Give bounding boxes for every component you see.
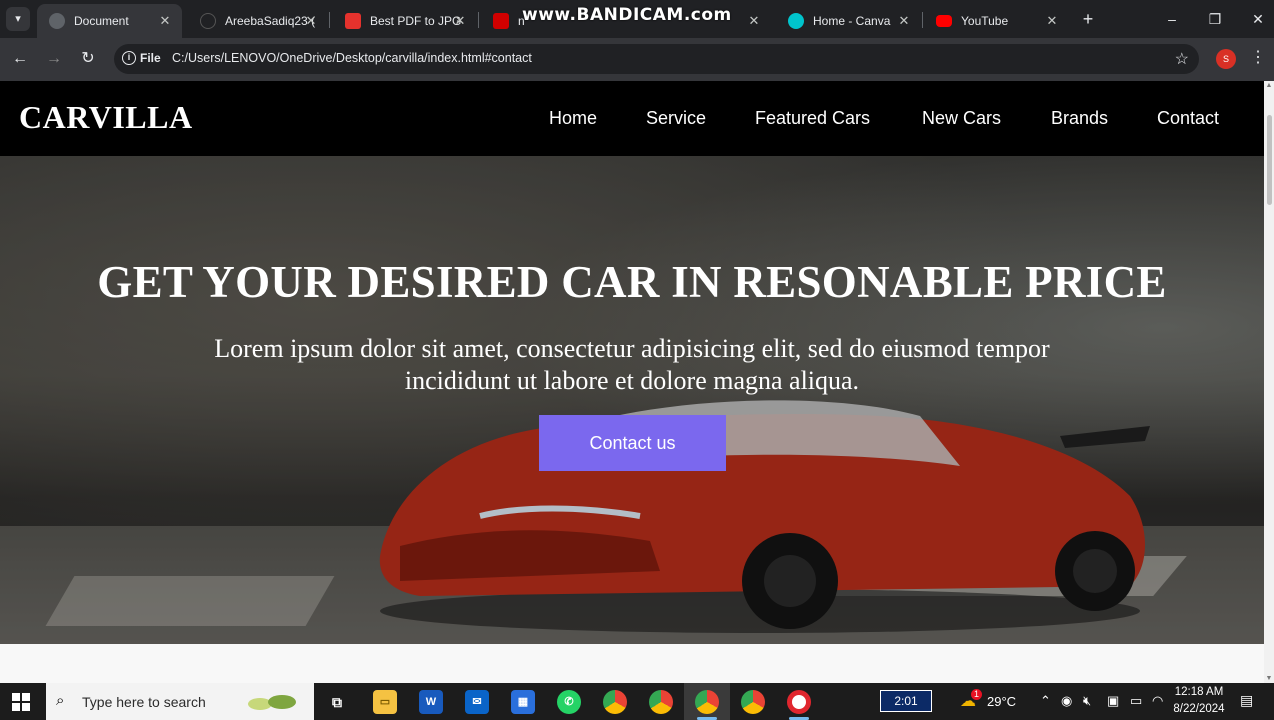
clock-date[interactable]: 8/22/2024 xyxy=(1170,703,1228,715)
hero-overlay xyxy=(0,156,1264,644)
temperature[interactable]: 29°C xyxy=(987,694,1016,709)
page-scrollbar[interactable]: ▲ ▼ xyxy=(1264,81,1274,683)
chrome-icon[interactable] xyxy=(649,690,673,714)
file-explorer-icon[interactable]: ▭ xyxy=(373,690,397,714)
site-header: CARVILLA Home Service Featured Cars New … xyxy=(0,81,1264,156)
tab-github[interactable]: AreebaSadiq23 ( ✕ xyxy=(188,4,328,38)
browser-toolbar: ← → ↻ i File C:/Users/LENOVO/OneDrive/De… xyxy=(0,38,1274,81)
tab-search-button[interactable]: ▾ xyxy=(6,7,30,31)
info-icon[interactable]: i xyxy=(122,51,136,65)
file-scheme-label: File xyxy=(140,51,161,65)
scroll-down-arrow[interactable]: ▼ xyxy=(1265,675,1273,682)
globe-icon xyxy=(49,13,65,29)
chrome-icon[interactable] xyxy=(741,690,765,714)
new-tab-button[interactable]: + xyxy=(1079,8,1097,30)
wifi-icon[interactable]: ◠ xyxy=(1152,693,1163,709)
close-tab-icon[interactable]: ✕ xyxy=(451,12,469,30)
windows-taskbar: ⌕ Type here to search ⧉ ▭ W ✉ ▦ ✆ 2:01 ☁… xyxy=(0,683,1274,720)
battery-icon[interactable]: ▭ xyxy=(1130,693,1142,709)
bookmark-star-icon[interactable]: ☆ xyxy=(1175,49,1189,69)
github-icon xyxy=(200,13,216,29)
chevron-up-icon[interactable]: ⌃ xyxy=(1040,693,1051,709)
close-tab-icon[interactable]: ✕ xyxy=(302,12,320,30)
nav-service[interactable]: Service xyxy=(646,108,706,129)
word-icon[interactable]: W xyxy=(419,690,443,714)
canva-icon xyxy=(788,13,804,29)
nav-new-cars[interactable]: New Cars xyxy=(922,108,1001,129)
tab-separator xyxy=(922,12,923,28)
close-tab-icon[interactable]: ✕ xyxy=(156,12,174,30)
hero-title: GET YOUR DESIRED CAR IN RESONABLE PRICE xyxy=(97,257,1167,307)
display-icon[interactable]: ▣ xyxy=(1107,693,1119,709)
close-tab-icon[interactable]: ✕ xyxy=(895,12,913,30)
clock-time[interactable]: 12:18 AM xyxy=(1170,686,1228,698)
scrollbar-thumb[interactable] xyxy=(1267,115,1272,205)
nav-home[interactable]: Home xyxy=(549,108,597,129)
restore-button[interactable]: ❐ xyxy=(1203,7,1227,31)
whatsapp-icon[interactable]: ✆ xyxy=(557,690,581,714)
nav-contact[interactable]: Contact xyxy=(1157,108,1219,129)
back-button[interactable]: ← xyxy=(9,48,31,70)
nav-brands[interactable]: Brands xyxy=(1051,108,1108,129)
address-bar[interactable]: i File C:/Users/LENOVO/OneDrive/Desktop/… xyxy=(114,44,1199,74)
tab-canva[interactable]: Home - Canva ✕ xyxy=(776,4,921,38)
microsoft-store-icon[interactable]: ▦ xyxy=(511,690,535,714)
tab-separator xyxy=(478,12,479,28)
windows-start-icon[interactable] xyxy=(12,693,30,711)
nav-featured-cars[interactable]: Featured Cars xyxy=(755,108,870,129)
reload-button[interactable]: ↻ xyxy=(77,48,99,70)
bandicam-record-icon[interactable] xyxy=(787,690,811,714)
url-text[interactable]: C:/Users/LENOVO/OneDrive/Desktop/carvill… xyxy=(172,51,532,65)
tab-strip: ▾ Document ✕ AreebaSadiq23 ( ✕ Best PDF … xyxy=(0,0,1274,38)
close-tab-icon[interactable]: ✕ xyxy=(745,12,763,30)
weather-badge: 1 xyxy=(971,689,982,700)
notification-icon[interactable]: ▤ xyxy=(1240,692,1253,709)
tab-document[interactable]: Document ✕ xyxy=(37,4,182,38)
search-highlight-illustration xyxy=(248,695,296,710)
task-view-icon[interactable]: ⧉ xyxy=(325,690,349,714)
close-window-button[interactable]: ✕ xyxy=(1246,7,1270,31)
search-icon: ⌕ xyxy=(56,692,65,709)
youtube-icon xyxy=(936,15,952,27)
chrome-icon[interactable] xyxy=(603,690,627,714)
mail-icon[interactable]: ✉ xyxy=(465,690,489,714)
ilovepdf-icon xyxy=(345,13,361,29)
contact-us-button[interactable]: Contact us xyxy=(539,415,726,471)
recording-timer: 2:01 xyxy=(880,690,932,712)
npm-icon xyxy=(493,13,509,29)
chrome-profile-icon[interactable] xyxy=(695,690,719,714)
forward-button[interactable]: → xyxy=(43,48,65,70)
taskbar-search-box[interactable]: ⌕ Type here to search xyxy=(46,683,314,720)
close-tab-icon[interactable]: ✕ xyxy=(1043,12,1061,30)
scroll-up-arrow[interactable]: ▲ xyxy=(1265,82,1273,89)
tab-youtube[interactable]: YouTube ✕ xyxy=(924,4,1069,38)
volume-mute-icon[interactable]: 🔇︎ xyxy=(1083,693,1091,709)
site-logo[interactable]: CARVILLA xyxy=(19,99,193,136)
record-status-icon[interactable]: ◉ xyxy=(1061,693,1072,709)
page-viewport: CARVILLA Home Service Featured Cars New … xyxy=(0,81,1274,683)
profile-avatar[interactable]: S xyxy=(1216,49,1236,69)
browser-menu-icon[interactable]: ⋮ xyxy=(1250,47,1266,67)
tab-separator xyxy=(329,12,330,28)
search-placeholder: Type here to search xyxy=(82,694,206,710)
hero-section: GET YOUR DESIRED CAR IN RESONABLE PRICE … xyxy=(0,156,1264,644)
tab-pdf-to-jpg[interactable]: Best PDF to JPG ✕ xyxy=(333,4,477,38)
minimize-button[interactable]: – xyxy=(1160,7,1184,31)
hero-description: Lorem ipsum dolor sit amet, consectetur … xyxy=(214,334,1050,395)
bandicam-watermark: www.BANDICAM.com xyxy=(522,5,732,25)
